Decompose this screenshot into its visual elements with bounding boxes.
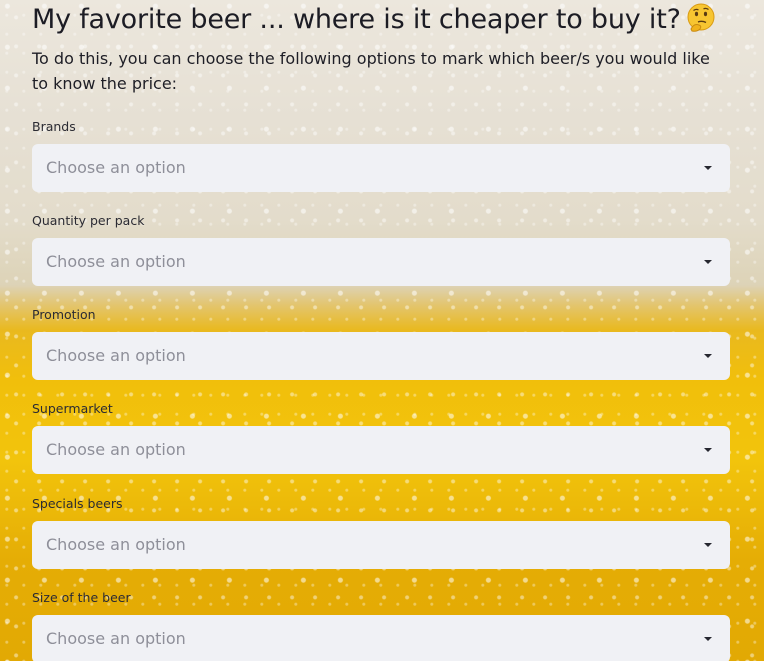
quantity-placeholder: Choose an option [46, 252, 186, 271]
quantity-label: Quantity per pack [32, 213, 145, 228]
chevron-down-icon [704, 448, 712, 452]
promotion-select[interactable]: Choose an option [32, 332, 730, 380]
supermarket-filter: Supermarket Choose an option [32, 400, 730, 474]
page-title: My favorite beer ... where is it cheaper… [32, 2, 717, 35]
thinking-face-icon [687, 3, 715, 32]
supermarket-placeholder: Choose an option [46, 440, 186, 459]
chevron-down-icon [704, 637, 712, 641]
quantity-select[interactable]: Choose an option [32, 238, 730, 286]
chevron-down-icon [704, 354, 712, 358]
promotion-placeholder: Choose an option [46, 346, 186, 365]
specials-select[interactable]: Choose an option [32, 521, 730, 569]
size-label: Size of the beer [32, 590, 131, 605]
specials-filter: Specials beers Choose an option [32, 495, 730, 569]
promotion-label: Promotion [32, 307, 96, 322]
page-title-text: My favorite beer ... where is it cheaper… [32, 4, 681, 35]
size-filter: Size of the beer Choose an option [32, 589, 730, 661]
size-placeholder: Choose an option [46, 629, 186, 648]
brands-filter: Brands Choose an option [32, 118, 730, 192]
quantity-filter: Quantity per pack Choose an option [32, 212, 730, 286]
chevron-down-icon [704, 166, 712, 170]
brands-select[interactable]: Choose an option [32, 144, 730, 192]
size-select[interactable]: Choose an option [32, 615, 730, 661]
chevron-down-icon [704, 543, 712, 547]
chevron-down-icon [704, 260, 712, 264]
specials-placeholder: Choose an option [46, 535, 186, 554]
specials-label: Specials beers [32, 496, 123, 511]
brands-placeholder: Choose an option [46, 158, 186, 177]
supermarket-label: Supermarket [32, 401, 113, 416]
supermarket-select[interactable]: Choose an option [32, 426, 730, 474]
promotion-filter: Promotion Choose an option [32, 306, 730, 380]
intro-text: To do this, you can choose the following… [32, 49, 710, 93]
brands-label: Brands [32, 119, 76, 134]
